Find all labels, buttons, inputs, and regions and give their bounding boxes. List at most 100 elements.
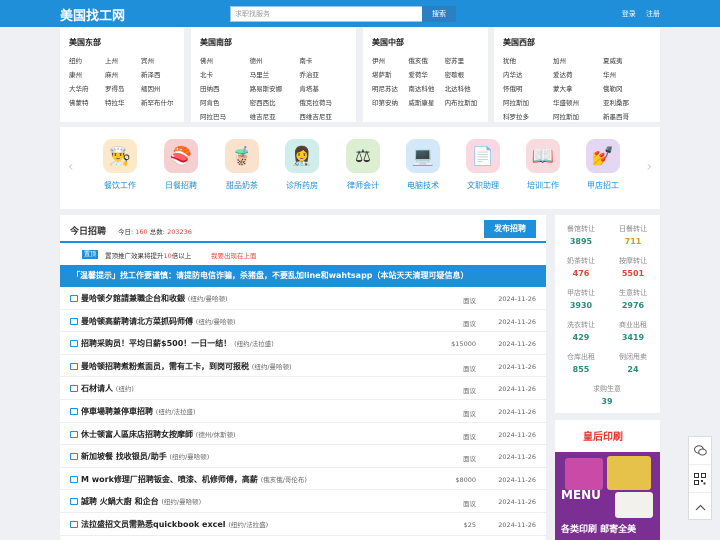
city-link[interactable]: 俄克拉荷马 bbox=[299, 97, 347, 107]
city-link[interactable]: 新罕布什尔 bbox=[141, 97, 175, 107]
job-row[interactable]: 曼哈顿招聘煮粉煮面员，需有工卡，到岗可报税 (纽约/曼哈顿) 面议 2024-1… bbox=[60, 355, 546, 378]
job-row[interactable]: 曼哈顿高薪聘请北方菜抓码师傅 (纽约/曼哈顿) 面议 2024-11-26 bbox=[60, 310, 546, 333]
pin-link[interactable]: 我要出现在上面 bbox=[211, 250, 257, 260]
city-link[interactable]: 华盛顿州 bbox=[553, 97, 601, 107]
city-link[interactable]: 北卡 bbox=[200, 69, 248, 79]
stat-item[interactable]: 生意转让 2976 bbox=[607, 288, 659, 310]
stat-item[interactable]: 奶茶转让 476 bbox=[555, 256, 607, 278]
city-link[interactable]: 亚利桑那 bbox=[603, 97, 651, 107]
city-link[interactable]: 康州 bbox=[69, 69, 103, 79]
city-link[interactable]: 佛蒙特 bbox=[69, 97, 103, 107]
category-item[interactable]: 👩‍⚕️ 诊所药房 bbox=[272, 139, 332, 191]
job-title[interactable]: 法拉盛招文员需熟悉quickbook excel (纽约/法拉盛) bbox=[81, 519, 268, 530]
city-link[interactable]: 新墨西哥 bbox=[603, 111, 651, 121]
job-title[interactable]: 招聘采购员！平均日薪$500！一日一结！ (纽约/法拉盛) bbox=[81, 338, 274, 349]
job-row[interactable]: M work修理厂招聘钣金、喷漆、机修师傅，高薪 (俄亥俄/哥伦布) $8000… bbox=[60, 468, 546, 491]
chevron-left-icon[interactable]: ‹ bbox=[68, 159, 74, 175]
stat-item[interactable]: 求购生意 39 bbox=[581, 384, 633, 406]
category-item[interactable]: 📄 文职助理 bbox=[453, 139, 513, 191]
job-title[interactable]: 停車場聘兼停車招聘 (纽约/法拉盛) bbox=[81, 406, 196, 417]
city-link[interactable]: 伊州 bbox=[372, 55, 406, 65]
city-link[interactable]: 俄勒冈 bbox=[603, 83, 651, 93]
city-link[interactable]: 印第安纳 bbox=[372, 97, 406, 107]
stat-item[interactable]: 例闭甩卖 24 bbox=[607, 352, 659, 374]
stat-item[interactable]: 日餐转让 711 bbox=[607, 224, 659, 246]
chevron-right-icon[interactable]: › bbox=[646, 159, 652, 175]
city-link[interactable]: 阿拉斯加 bbox=[553, 111, 601, 121]
city-link[interactable]: 阿拉斯加 bbox=[503, 97, 551, 107]
category-item[interactable]: 🍣 日餐招聘 bbox=[151, 139, 211, 191]
city-link[interactable]: 大华府 bbox=[69, 83, 103, 93]
city-link[interactable]: 加州 bbox=[553, 55, 601, 65]
city-link[interactable]: 南卡 bbox=[299, 55, 347, 65]
city-link[interactable]: 新泽西 bbox=[141, 69, 175, 79]
city-link[interactable]: 密苏里 bbox=[445, 55, 479, 65]
city-link[interactable]: 犹他 bbox=[503, 55, 551, 65]
city-link[interactable]: 宾州 bbox=[141, 55, 175, 65]
category-item[interactable]: ⚖ 律师会计 bbox=[333, 139, 393, 191]
city-link[interactable]: 怀俄明 bbox=[503, 83, 551, 93]
city-link[interactable]: 佛州 bbox=[200, 55, 248, 65]
stat-item[interactable]: 商业出租 3419 bbox=[607, 320, 659, 342]
city-link[interactable]: 田纳西 bbox=[200, 83, 248, 93]
city-link[interactable]: 密西西比 bbox=[250, 97, 298, 107]
job-title[interactable]: 石材请人 (纽约) bbox=[81, 383, 134, 394]
city-link[interactable]: 路易斯安娜 bbox=[250, 83, 298, 93]
stat-item[interactable]: 洗衣转让 429 bbox=[555, 320, 607, 342]
job-title[interactable]: M work修理厂招聘钣金、喷漆、机修师傅，高薪 (俄亥俄/哥伦布) bbox=[81, 474, 307, 485]
category-item[interactable]: 💻 电脑技术 bbox=[393, 139, 453, 191]
job-row[interactable]: 停車場聘兼停車招聘 (纽约/法拉盛) 面议 2024-11-26 bbox=[60, 400, 546, 423]
city-link[interactable]: 阿拉巴马 bbox=[200, 111, 248, 121]
city-link[interactable]: 马里兰 bbox=[250, 69, 298, 79]
city-link[interactable]: 北达科他 bbox=[445, 83, 479, 93]
city-link[interactable]: 南达科他 bbox=[408, 83, 442, 93]
city-link[interactable]: 蒙大拿 bbox=[553, 83, 601, 93]
city-link[interactable]: 密歇根 bbox=[445, 69, 479, 79]
city-link[interactable]: 罗得岛 bbox=[105, 83, 139, 93]
job-row[interactable]: 休士顿富人區床店招聘女按摩師 (德州/休斯顿) 面议 2024-11-26 bbox=[60, 423, 546, 446]
city-link[interactable]: 明尼苏达 bbox=[372, 83, 406, 93]
city-link[interactable]: 内华达 bbox=[503, 69, 551, 79]
city-link[interactable]: 上州 bbox=[105, 55, 139, 65]
register-link[interactable]: 注册 bbox=[646, 10, 660, 18]
print-ad-banner[interactable]: 皇后印刷 MENU 各类印刷 邮寄全美 bbox=[555, 420, 660, 540]
city-link[interactable]: 缅因州 bbox=[141, 83, 175, 93]
city-link[interactable]: 科罗拉多 bbox=[503, 111, 551, 121]
city-link[interactable]: 俄亥俄 bbox=[408, 55, 442, 65]
qr-code-icon[interactable] bbox=[689, 465, 711, 493]
back-to-top-icon[interactable] bbox=[689, 493, 711, 521]
category-item[interactable]: 💅 甲店招工 bbox=[573, 139, 633, 191]
job-title[interactable]: 曼哈顿招聘煮粉煮面员，需有工卡，到岗可报税 (纽约/曼哈顿) bbox=[81, 361, 292, 372]
job-title[interactable]: 曼哈顿高薪聘请北方菜抓码师傅 (纽约/曼哈顿) bbox=[81, 316, 236, 327]
job-title[interactable]: 新加坡餐 找收银员/助手 (纽约/曼哈顿) bbox=[81, 451, 209, 462]
search-button[interactable]: 搜索 bbox=[422, 6, 456, 22]
job-row[interactable]: 新加坡餐 找收银员/助手 (纽约/曼哈顿) 面议 2024-11-26 bbox=[60, 445, 546, 468]
search-input[interactable]: 求职找服务 bbox=[230, 6, 426, 22]
category-item[interactable]: 👨‍🍳 餐饮工作 bbox=[90, 139, 150, 191]
city-link[interactable]: 夏威夷 bbox=[603, 55, 651, 65]
job-row[interactable]: 法拉盛招文员需熟悉quickbook excel (纽约/法拉盛) $25 20… bbox=[60, 513, 546, 536]
city-link[interactable]: 特拉华 bbox=[105, 97, 139, 107]
job-row[interactable]: 招聘采购员！平均日薪$500！一日一结！ (纽约/法拉盛) $15000 202… bbox=[60, 332, 546, 355]
city-link[interactable]: 肯塔基 bbox=[299, 83, 347, 93]
job-title[interactable]: 曼哈顿夕館請兼職企台和收銀 (纽约/曼哈顿) bbox=[81, 293, 228, 304]
city-link[interactable]: 麻州 bbox=[105, 69, 139, 79]
city-link[interactable]: 德州 bbox=[250, 55, 298, 65]
city-link[interactable]: 乔治亚 bbox=[299, 69, 347, 79]
category-item[interactable]: 🧋 甜品奶茶 bbox=[212, 139, 272, 191]
city-link[interactable]: 堪萨斯 bbox=[372, 69, 406, 79]
login-link[interactable]: 登录 bbox=[622, 10, 636, 18]
city-link[interactable]: 爱达荷 bbox=[553, 69, 601, 79]
city-link[interactable]: 纽约 bbox=[69, 55, 103, 65]
wechat-icon[interactable] bbox=[689, 437, 711, 465]
job-row[interactable]: 誠聘 火鍋大廚 和企台 (纽约/曼哈顿) 面议 2024-11-26 bbox=[60, 490, 546, 513]
stat-item[interactable]: 甲店转让 3930 bbox=[555, 288, 607, 310]
site-logo[interactable]: 美国找工网 bbox=[60, 5, 125, 24]
city-link[interactable]: 阿肯色 bbox=[200, 97, 248, 107]
city-link[interactable]: 内布拉斯加 bbox=[445, 97, 479, 107]
job-row[interactable]: 石材请人 (纽约) 面议 2024-11-26 bbox=[60, 377, 546, 400]
category-item[interactable]: 📖 培训工作 bbox=[513, 139, 573, 191]
city-link[interactable]: 威斯康星 bbox=[408, 97, 442, 107]
post-job-button[interactable]: 发布招聘 bbox=[484, 220, 536, 238]
stat-item[interactable]: 餐馆转让 3895 bbox=[555, 224, 607, 246]
